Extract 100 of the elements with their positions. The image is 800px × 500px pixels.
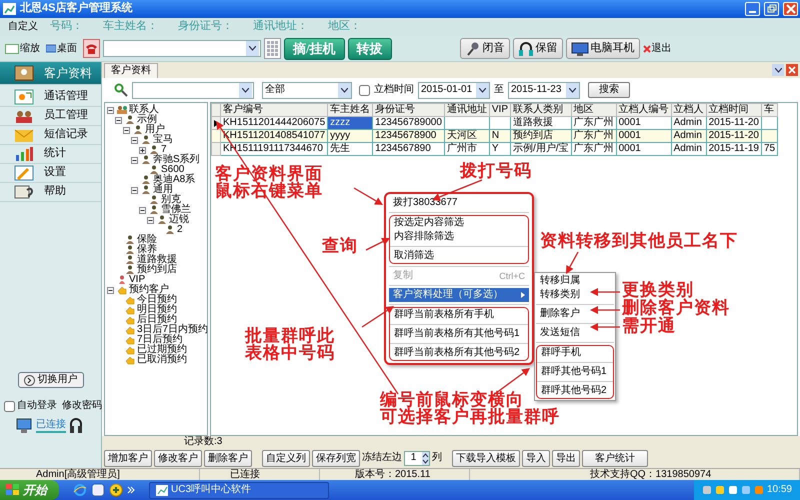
menu-item[interactable]: 群呼当前表格所有其他号码2 — [390, 346, 528, 360]
toolbar-button[interactable]: 自定义列 — [262, 450, 310, 466]
menu-item[interactable]: 客户资料处理（可多选） — [389, 288, 529, 302]
type-filter-combo[interactable]: 全部 — [262, 82, 352, 98]
minimize-button[interactable] — [745, 2, 760, 16]
switch-user-button[interactable]: 切换用户 — [18, 372, 84, 388]
nav-item[interactable]: 统计 — [0, 145, 101, 164]
auto-login-checkbox[interactable] — [4, 400, 15, 412]
taskbar-button[interactable]: UC3呼叫中心软件 — [149, 482, 329, 498]
table-cell: 广东广州 — [574, 130, 614, 141]
start-button[interactable]: 开始 — [0, 480, 59, 500]
tab[interactable]: 客户资料 — [104, 63, 158, 78]
id-card-icon — [14, 65, 34, 81]
table-cell: yyyy — [330, 130, 350, 141]
menu-item[interactable]: 转移归属 — [536, 274, 614, 288]
tree-item[interactable]: 宝马 — [153, 134, 173, 146]
field-label: 地区： — [328, 20, 361, 34]
collapse-toggle[interactable] — [139, 206, 146, 214]
menu-item[interactable]: 群呼手机 — [537, 346, 613, 360]
change-password-link[interactable]: 修改密码 — [62, 400, 102, 412]
exit-button[interactable]: 退出 — [642, 42, 672, 54]
headset-button[interactable]: 电脑耳机 — [566, 38, 640, 59]
collapse-toggle[interactable] — [131, 156, 138, 164]
nav-item[interactable]: 设置 — [0, 164, 101, 183]
column-header[interactable]: 车 — [762, 104, 778, 116]
tree-item[interactable]: 迈锐 — [169, 214, 189, 226]
nav-item[interactable]: 通话管理 — [0, 88, 101, 107]
tree-item[interactable]: 奔驰S系列 — [153, 154, 200, 166]
menu-item[interactable]: 群呼当前表格所有手机 — [390, 308, 528, 322]
menu-item[interactable]: 按选定内容筛选 — [390, 216, 528, 230]
column-header[interactable]: VIP — [489, 104, 511, 116]
desktop-toggle[interactable]: 桌面 — [46, 42, 77, 54]
tree-item[interactable]: 2 — [177, 224, 183, 236]
menu-item[interactable]: 转移类别 — [536, 288, 614, 302]
column-header[interactable]: 身份证号 — [372, 104, 444, 116]
toolbar-button[interactable]: 修改客户 — [154, 450, 202, 466]
column-spinner[interactable]: 1 — [404, 450, 430, 466]
menu-item[interactable]: 删除客户 — [536, 307, 614, 321]
toolbar-button[interactable]: 客户统计 — [582, 450, 648, 466]
field-label: 通讯地址： — [253, 20, 308, 34]
expand-toggle[interactable] — [139, 146, 146, 154]
column-header[interactable]: 通讯地址 — [444, 104, 490, 116]
nav-item[interactable]: 员工管理 — [0, 107, 101, 126]
zoom-toggle[interactable]: 缩放 — [5, 42, 40, 54]
annotation: 需开通 — [622, 318, 676, 335]
menu-item[interactable]: 群呼其他号码1 — [537, 365, 613, 379]
field-label: 车主姓名： — [103, 20, 158, 34]
date-from-field[interactable]: 2015-01-01 — [418, 82, 490, 98]
collapse-toggle[interactable] — [147, 216, 154, 224]
collapse-toggle[interactable] — [131, 186, 138, 194]
table-cell: 12345678900 — [375, 130, 436, 141]
column-header[interactable]: 立档人 — [671, 104, 706, 116]
collapse-toggle[interactable] — [107, 286, 114, 294]
hold-button[interactable]: 保留 — [512, 38, 563, 59]
menu-item[interactable]: 群呼当前表格所有其他号码1 — [390, 327, 528, 341]
toolbar-button[interactable]: 增加客户 — [104, 450, 152, 466]
tree-item[interactable]: 7 — [161, 144, 167, 156]
collapse-toggle[interactable] — [123, 126, 130, 134]
column-header[interactable]: 联系人类别 — [510, 104, 572, 116]
menu-item[interactable]: 取消筛选 — [390, 249, 528, 263]
menu-item[interactable]: 群呼其他号码2 — [537, 384, 613, 398]
restore-button[interactable] — [764, 2, 779, 16]
collapse-toggle[interactable] — [115, 116, 122, 124]
phone-icon — [83, 39, 100, 58]
date-filter-checkbox[interactable] — [359, 84, 370, 96]
minimize-icon — [749, 11, 756, 13]
collapse-toggle[interactable] — [131, 136, 138, 144]
tree-item[interactable]: 预约到店 — [137, 264, 177, 276]
mute-button[interactable]: 闭音 — [460, 38, 510, 59]
tray-icon — [754, 485, 764, 495]
close-icon — [788, 66, 796, 74]
toolbar-button[interactable]: 保存列宽 — [312, 450, 360, 466]
close-button[interactable] — [786, 64, 798, 76]
caret-icon — [341, 88, 348, 92]
nav-item[interactable]: 短信记录 — [0, 126, 101, 145]
toolbar-button[interactable]: 导出 — [552, 450, 580, 466]
toolbar-button[interactable]: 导入 — [522, 450, 550, 466]
menu-item[interactable]: 发送短信 — [536, 326, 614, 340]
phone-number-field[interactable] — [103, 40, 261, 57]
record-count: 记录数:3 — [184, 436, 222, 447]
column-header[interactable]: 车主姓名 — [328, 104, 373, 116]
keypad-button[interactable] — [264, 38, 281, 59]
toolbar-button[interactable]: 删除客户 — [204, 450, 252, 466]
date-to-field[interactable]: 2015-11-23 — [508, 82, 580, 98]
toolbar-button[interactable]: 下载导入模板 — [452, 450, 520, 466]
search-field[interactable] — [132, 82, 254, 98]
close-button[interactable] — [783, 2, 798, 16]
menu-item[interactable]: 内容排除筛选 — [390, 230, 528, 244]
caret-icon — [774, 68, 782, 72]
search-button[interactable]: 搜索 — [588, 82, 630, 98]
customize-menu[interactable]: 自定义 — [8, 21, 38, 33]
tree-item[interactable]: 已取消预约 — [137, 354, 187, 366]
column-header[interactable]: 地区 — [571, 104, 616, 116]
column-header[interactable]: 客户编号 — [220, 104, 328, 116]
column-header[interactable]: 立档时间 — [706, 104, 762, 116]
column-header[interactable]: 立档人编号 — [616, 104, 672, 116]
nav-item[interactable]: 客户资料 — [0, 62, 101, 85]
collapse-toggle[interactable] — [107, 106, 114, 114]
nav-item[interactable]: 帮助 — [0, 183, 101, 202]
dropdown-button[interactable] — [772, 64, 784, 76]
